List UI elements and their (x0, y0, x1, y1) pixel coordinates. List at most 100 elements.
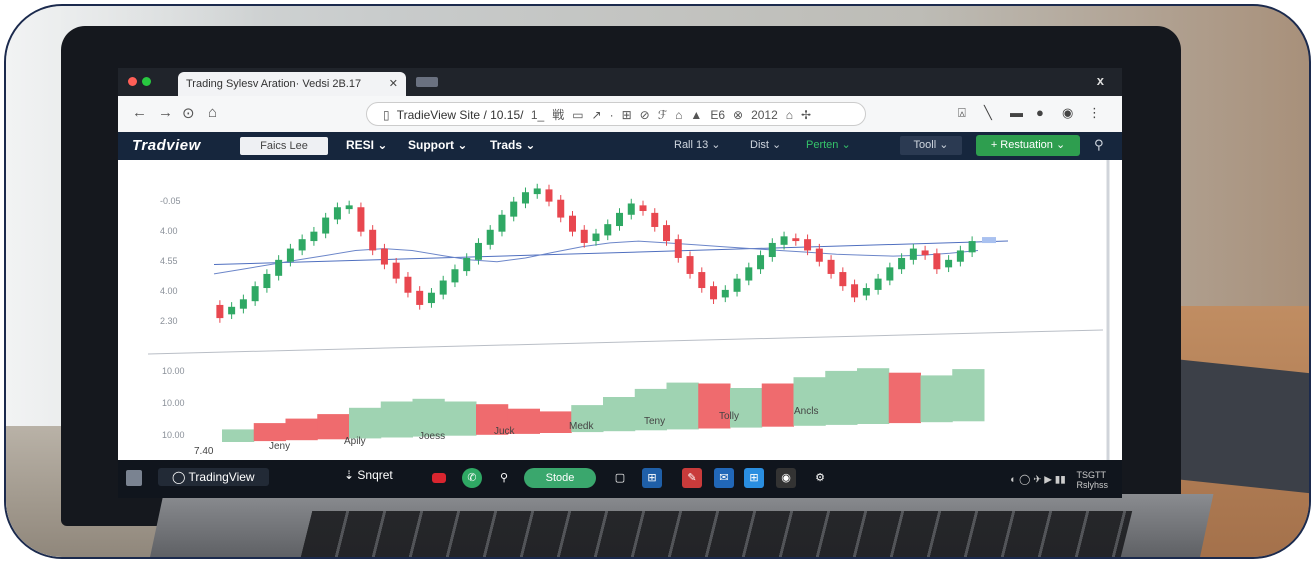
tab-close-icon[interactable]: ✕ (389, 72, 398, 96)
symbol-search-button[interactable]: Faics Lee (240, 137, 328, 155)
candle-body (451, 269, 459, 283)
candle-body (568, 215, 576, 232)
oscillator-bar (825, 370, 858, 425)
menu-item-dist[interactable]: Dist ⌄ (750, 138, 781, 151)
home-icon[interactable]: ⌂ (208, 104, 217, 121)
candle-body (686, 256, 694, 274)
stode-pill-button[interactable]: Stode (524, 468, 596, 488)
oscillator-bar (952, 369, 985, 422)
browser-tab-bar: Trading Sylesv Aration· Vedsi 2B.17 ✕ x (118, 68, 1122, 96)
pen-icon[interactable]: ╲ (984, 105, 992, 121)
candle-body (780, 236, 788, 245)
url-extra-12[interactable]: 2012 (751, 108, 778, 122)
oscillator-bar (380, 401, 413, 438)
screen-icon[interactable]: ▬ (1010, 105, 1023, 120)
taskbar-snip[interactable]: ⇣ Snqret (344, 468, 393, 482)
menu-item-trads[interactable]: Trads ⌄ (490, 138, 535, 152)
candle-body (322, 217, 330, 234)
url-field[interactable]: ▯ TradieView Site / 10.15/ 1_ 戦 ▭ ↗ · ⊞ ⊘ ℱ ⌂ ▲ E6… (366, 102, 866, 126)
record-icon[interactable] (432, 473, 446, 483)
url-extra-13[interactable]: ⌂ (786, 108, 793, 122)
settings-icon[interactable]: ⚙ (810, 468, 830, 488)
extension-icon[interactable]: ⍓ (958, 105, 966, 121)
close-window-dot[interactable] (128, 77, 137, 86)
menu-item-support[interactable]: Support ⌄ (408, 138, 467, 152)
candle-body (792, 238, 800, 242)
browser-tab[interactable]: Trading Sylesv Aration· Vedsi 2B.17 ✕ (178, 72, 406, 96)
tray-icons[interactable]: ◐ ◯ ✈ ▶ ▮▮ (1010, 475, 1065, 486)
back-icon[interactable]: ← (132, 104, 147, 121)
price-chart-svg[interactable]: -0.05 4.00 4.55 4.00 2.30 10.00 10.00 10.00 7.40… (118, 160, 1122, 460)
candle-body (486, 229, 494, 245)
url-extra-2[interactable]: ▭ (572, 108, 583, 122)
menu-item-rall[interactable]: Rall 13 ⌄ (674, 138, 721, 151)
url-extra-14[interactable]: ✢ (801, 108, 811, 122)
phone-icon[interactable]: ✆ (462, 468, 482, 488)
url-extra-4[interactable]: · (610, 108, 614, 122)
chrome-icon[interactable]: ◉ (1062, 105, 1073, 121)
tab-title: Trading Sylesv Aration· Vedsi 2B.17 (186, 78, 362, 90)
menu-item-resi[interactable]: RESI ⌄ (346, 138, 387, 152)
taskbar-tradingview[interactable]: ◯ TradingView (158, 468, 269, 486)
candle-body (545, 189, 553, 202)
url-extra-6[interactable]: ⊘ (640, 108, 650, 122)
chrome-taskbar-icon[interactable]: ◉ (776, 468, 796, 488)
price-axis-label: 4.00 (160, 226, 178, 236)
x-axis-label: Juck (494, 426, 516, 437)
x-axis-label: Medk (569, 421, 594, 432)
candle-body (663, 225, 671, 242)
new-tab-button[interactable] (416, 77, 438, 87)
candle-body (627, 203, 635, 215)
tool-dropdown[interactable]: Tooll ⌄ (900, 136, 962, 155)
candle-body (474, 242, 482, 260)
candle-body (827, 259, 835, 274)
url-extra-11[interactable]: ⊗ (733, 108, 743, 122)
reload-icon[interactable]: ⊙ (182, 104, 195, 122)
window-icon[interactable]: ▢ (610, 468, 630, 488)
forward-icon[interactable]: → (158, 104, 173, 121)
candle-body (898, 257, 906, 270)
candle-body (345, 205, 353, 210)
candle-body (968, 241, 976, 253)
url-extra-8[interactable]: ⌂ (675, 108, 682, 122)
taskbar-search-icon[interactable]: ⚲ (494, 468, 514, 488)
chart-area[interactable]: -0.05 4.00 4.55 4.00 2.30 10.00 10.00 10.00 7.40… (118, 160, 1122, 460)
candle-body (263, 273, 271, 289)
x-axis-label: Tolly (719, 411, 739, 422)
oscillator-axis-label: 10.00 (162, 398, 185, 408)
app-icon-red[interactable]: ✎ (682, 468, 702, 488)
url-extra-5[interactable]: ⊞ (622, 108, 632, 122)
candle-body (463, 257, 471, 272)
price-axis-label: 2.30 (160, 316, 178, 326)
candle-body (909, 248, 917, 260)
oscillator-bar (539, 411, 572, 433)
search-icon[interactable]: ⚲ (1094, 137, 1104, 153)
url-extra-10[interactable]: E6 (710, 108, 725, 122)
x-axis-label: Joess (419, 431, 445, 442)
menu-icon[interactable]: ⋮ (1088, 105, 1101, 121)
maximize-window-dot[interactable] (142, 77, 151, 86)
mail-icon[interactable]: ✉ (714, 468, 734, 488)
candle-body (639, 205, 647, 211)
account-icon[interactable]: ● (1036, 105, 1044, 120)
start-button[interactable] (126, 470, 142, 486)
candle-body (380, 248, 388, 265)
tradingview-logo[interactable]: Tradview (132, 137, 201, 154)
url-extra-1[interactable]: 戦 (552, 108, 564, 122)
url-extra-7[interactable]: ℱ (658, 108, 667, 122)
app-icon-blue[interactable]: ⊞ (642, 468, 662, 488)
store-icon[interactable]: ⊞ (744, 468, 764, 488)
candle-body (275, 259, 283, 276)
candle-body (216, 304, 224, 319)
url-extra-0[interactable]: 1_ (531, 108, 544, 122)
oscillator-bar (222, 429, 255, 442)
x-axis-label: Jeny (269, 441, 290, 452)
candle-body (533, 188, 541, 195)
url-extra-3[interactable]: ↗ (592, 108, 602, 122)
menu-item-perten[interactable]: Perten ⌄ (806, 138, 851, 151)
window-close-icon[interactable]: x (1097, 73, 1104, 88)
url-extra-9[interactable]: ▲ (690, 108, 702, 122)
clock[interactable]: TSGTT Rslyhss (1076, 470, 1108, 490)
candle-body (557, 199, 565, 218)
restuation-button[interactable]: + Restuation ⌄ (976, 135, 1080, 156)
